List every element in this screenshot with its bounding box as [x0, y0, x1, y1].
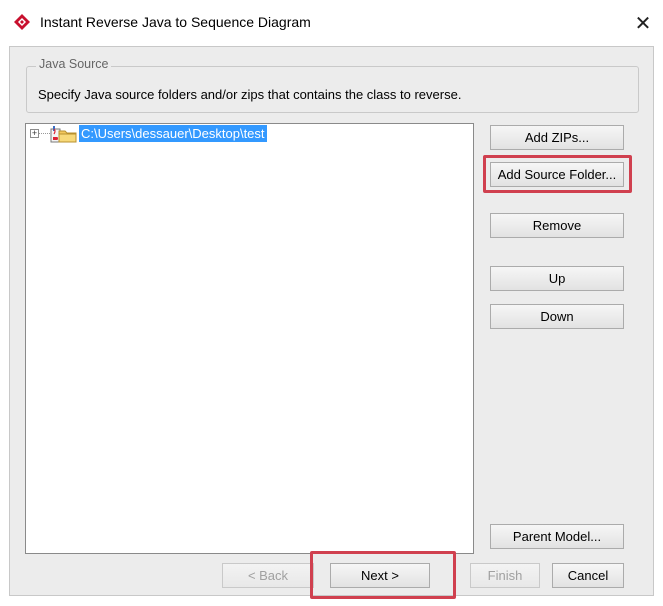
- title-bar: Instant Reverse Java to Sequence Diagram…: [0, 0, 663, 46]
- expand-icon[interactable]: +: [30, 129, 39, 138]
- group-legend: Java Source: [36, 57, 112, 71]
- tree-item-source-folder[interactable]: C:\Users\dessauer\Desktop\test: [79, 125, 267, 142]
- highlight-add-source-folder: [483, 155, 632, 193]
- up-button[interactable]: Up: [490, 266, 624, 291]
- tree-connector: [39, 133, 50, 135]
- java-source-folder-icon: [50, 126, 77, 143]
- highlight-next: [310, 551, 456, 599]
- add-zips-button[interactable]: Add ZIPs...: [490, 125, 624, 150]
- cancel-button[interactable]: Cancel: [552, 563, 624, 588]
- window-title: Instant Reverse Java to Sequence Diagram: [40, 14, 311, 30]
- source-tree[interactable]: [25, 123, 474, 554]
- app-logo-icon: [14, 14, 30, 30]
- back-button[interactable]: < Back: [222, 563, 314, 588]
- finish-button[interactable]: Finish: [470, 563, 540, 588]
- remove-button[interactable]: Remove: [490, 213, 624, 238]
- close-button[interactable]: ✕: [623, 0, 663, 46]
- parent-model-button[interactable]: Parent Model...: [490, 524, 624, 549]
- group-description: Specify Java source folders and/or zips …: [38, 87, 462, 102]
- down-button[interactable]: Down: [490, 304, 624, 329]
